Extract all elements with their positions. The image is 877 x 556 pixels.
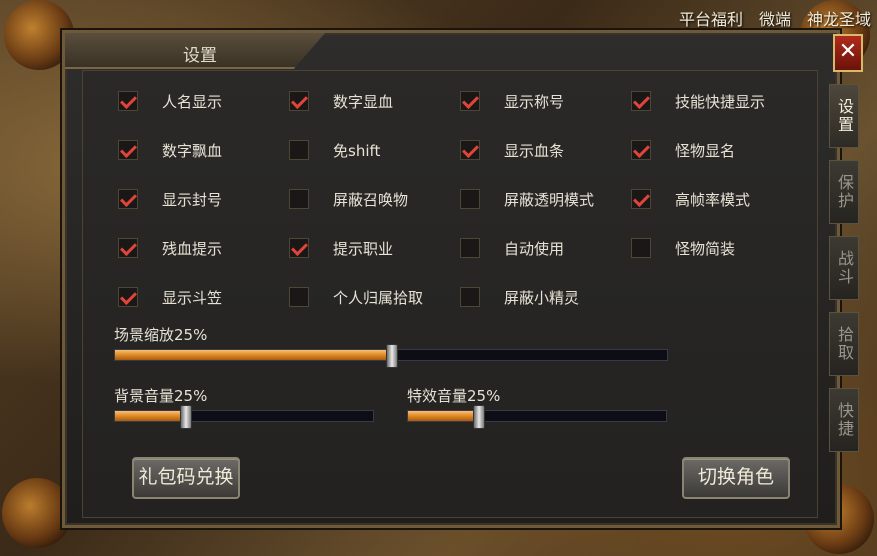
- close-button[interactable]: ✕: [833, 34, 863, 72]
- option-label: 显示称号: [504, 92, 565, 111]
- option-item[interactable]: 显示斗笠: [118, 286, 222, 308]
- option-item[interactable]: 怪物显名: [631, 139, 735, 161]
- fx-volume-label: 特效音量25%: [407, 387, 501, 405]
- option-label: 屏蔽透明模式: [504, 190, 595, 209]
- bg-volume-fill: [115, 411, 185, 421]
- scene-zoom-knob[interactable]: [386, 344, 398, 368]
- option-label: 技能快捷显示: [675, 92, 766, 111]
- option-checkbox[interactable]: [289, 287, 309, 307]
- top-bar: 平台福利 微端 神龙圣域: [0, 0, 877, 34]
- option-item[interactable]: 人名显示: [118, 90, 222, 112]
- top-link-platform-welfare[interactable]: 平台福利: [679, 6, 743, 30]
- option-label: 数字显血: [333, 92, 394, 111]
- option-checkbox[interactable]: [118, 189, 138, 209]
- switch-role-button[interactable]: 切换角色: [682, 457, 790, 499]
- option-checkbox[interactable]: [460, 287, 480, 307]
- option-label: 显示血条: [504, 141, 565, 160]
- fx-volume-knob[interactable]: [472, 405, 485, 429]
- gift-code-button[interactable]: 礼包码兑换: [132, 457, 240, 499]
- top-links: 平台福利 微端 神龙圣域: [679, 6, 871, 30]
- option-label: 显示封号: [162, 190, 223, 209]
- option-label: 残血提示: [162, 239, 223, 258]
- fx-volume-fill: [408, 411, 478, 421]
- option-label: 个人归属拾取: [333, 288, 424, 307]
- side-tab[interactable]: 保护: [829, 160, 859, 224]
- option-checkbox[interactable]: [118, 238, 138, 258]
- side-tab[interactable]: 快捷: [829, 388, 859, 452]
- option-item[interactable]: 个人归属拾取: [289, 286, 423, 308]
- option-item[interactable]: 怪物简装: [631, 237, 735, 259]
- option-checkbox[interactable]: [118, 287, 138, 307]
- option-label: 高帧率模式: [675, 190, 751, 209]
- side-tab[interactable]: 拾取: [829, 312, 859, 376]
- option-item[interactable]: 技能快捷显示: [631, 90, 765, 112]
- option-checkbox[interactable]: [460, 91, 480, 111]
- side-tab[interactable]: 设置: [829, 84, 859, 148]
- top-link-dragon-domain[interactable]: 神龙圣域: [807, 6, 871, 30]
- option-checkbox[interactable]: [460, 189, 480, 209]
- panel-title-bar: 设置: [65, 33, 325, 69]
- option-label: 数字飘血: [162, 141, 223, 160]
- scene-zoom-fill: [115, 350, 391, 360]
- option-item[interactable]: 显示称号: [460, 90, 564, 112]
- option-item[interactable]: 高帧率模式: [631, 188, 750, 210]
- bg-volume-label: 背景音量25%: [114, 387, 208, 405]
- option-item[interactable]: 屏蔽小精灵: [460, 286, 579, 308]
- option-item[interactable]: 屏蔽召唤物: [289, 188, 408, 210]
- option-checkbox[interactable]: [631, 140, 651, 160]
- option-label: 免shift: [333, 141, 381, 160]
- option-label: 屏蔽小精灵: [504, 288, 580, 307]
- option-label: 怪物简装: [675, 239, 736, 258]
- option-checkbox[interactable]: [460, 140, 480, 160]
- option-item[interactable]: 残血提示: [118, 237, 222, 259]
- fx-volume-slider[interactable]: [407, 405, 667, 429]
- option-label: 提示职业: [333, 239, 394, 258]
- option-item[interactable]: 自动使用: [460, 237, 564, 259]
- side-tab[interactable]: 战斗: [829, 236, 859, 300]
- panel-title: 设置: [183, 46, 217, 66]
- option-checkbox[interactable]: [118, 91, 138, 111]
- bg-volume-slider[interactable]: [114, 405, 374, 429]
- bg-volume-knob[interactable]: [179, 405, 192, 429]
- option-label: 人名显示: [162, 92, 223, 111]
- option-checkbox[interactable]: [631, 238, 651, 258]
- scene-zoom-label: 场景缩放25%: [114, 326, 208, 344]
- option-checkbox[interactable]: [289, 140, 309, 160]
- option-checkbox[interactable]: [631, 189, 651, 209]
- option-label: 怪物显名: [675, 141, 736, 160]
- option-checkbox[interactable]: [631, 91, 651, 111]
- option-item[interactable]: 屏蔽透明模式: [460, 188, 594, 210]
- scene-zoom-slider[interactable]: [114, 344, 668, 368]
- option-checkbox[interactable]: [289, 91, 309, 111]
- top-link-micro-client[interactable]: 微端: [759, 6, 791, 30]
- option-label: 屏蔽召唤物: [333, 190, 409, 209]
- option-label: 显示斗笠: [162, 288, 223, 307]
- option-item[interactable]: 数字显血: [289, 90, 393, 112]
- option-item[interactable]: 提示职业: [289, 237, 393, 259]
- option-checkbox[interactable]: [460, 238, 480, 258]
- option-label: 自动使用: [504, 239, 565, 258]
- option-item[interactable]: 显示血条: [460, 139, 564, 161]
- option-item[interactable]: 免shift: [289, 139, 380, 161]
- option-checkbox[interactable]: [289, 238, 309, 258]
- option-checkbox[interactable]: [118, 140, 138, 160]
- option-item[interactable]: 数字飘血: [118, 139, 222, 161]
- option-item[interactable]: 显示封号: [118, 188, 222, 210]
- option-checkbox[interactable]: [289, 189, 309, 209]
